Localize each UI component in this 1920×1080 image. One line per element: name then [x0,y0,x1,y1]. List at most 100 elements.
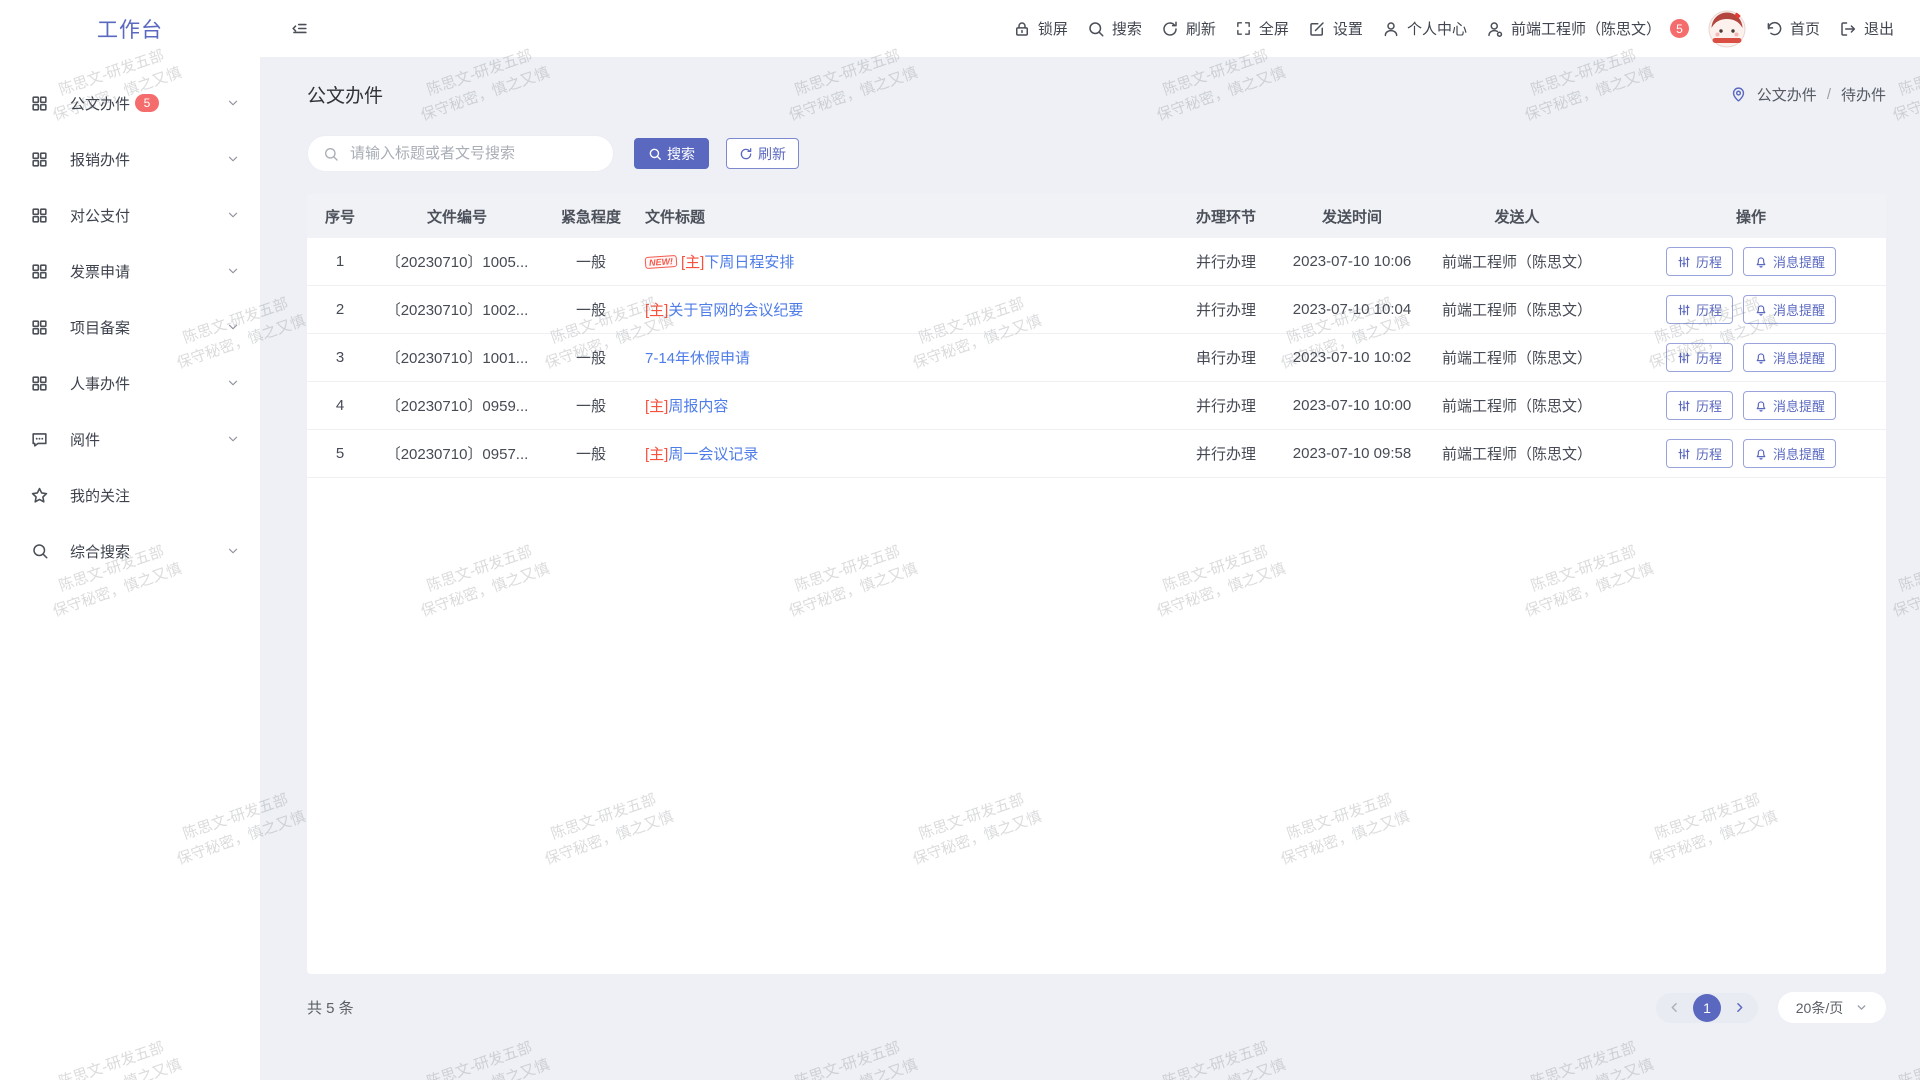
cell-title: [主]关于官网的会议纪要 [641,286,1166,334]
page-size-value: 20条/页 [1796,998,1843,1018]
search-box [307,135,614,172]
sidebar-item-label: 阅件 [70,429,100,450]
search-input[interactable] [348,144,598,163]
sidebar-item-xiangmu[interactable]: 项目备案 [0,299,260,355]
cell-index: 2 [307,286,373,334]
lock-action[interactable]: 锁屏 [1013,18,1068,39]
message-remind-button[interactable]: 消息提醒 [1743,247,1836,276]
sidebar-item-gongwen[interactable]: 公文办件5 [0,75,260,131]
lock-label: 锁屏 [1038,18,1068,39]
cell-step: 并行办理 [1166,286,1286,334]
message-remind-button[interactable]: 消息提醒 [1743,295,1836,324]
cell-time: 2023-07-10 10:00 [1286,382,1418,430]
breadcrumb-item[interactable]: 公文办件 [1757,84,1817,105]
grid-icon [30,94,49,113]
prev-page-button[interactable] [1665,1000,1684,1015]
col-file-no: 文件编号 [373,194,541,238]
avatar[interactable] [1708,10,1746,48]
sidebar-item-label: 综合搜索 [70,541,130,562]
settings-action[interactable]: 设置 [1308,18,1363,39]
grid-icon [30,318,49,337]
cell-file-no: 〔20230710〕0957... [373,430,541,478]
new-badge: NEW! [645,255,678,269]
sliders-icon [1677,303,1691,317]
history-button[interactable]: 历程 [1666,439,1733,468]
cell-actions: 历程消息提醒 [1616,382,1886,430]
fullscreen-icon [1235,20,1252,37]
sidebar-item-renshi[interactable]: 人事办件 [0,355,260,411]
documents-table-card: 序号 文件编号 紧急程度 文件标题 办理环节 发送时间 发送人 操作 1 〔202… [307,194,1886,974]
history-button[interactable]: 历程 [1666,295,1733,324]
col-sender: 发送人 [1418,194,1616,238]
cell-urgency: 一般 [541,334,641,382]
menu-fold-icon[interactable] [290,19,309,38]
refresh-label: 刷新 [1186,18,1216,39]
refresh-icon [739,147,753,161]
chevron-down-icon [226,264,240,278]
total-count: 共 5 条 [307,997,354,1018]
sidebar-item-label: 我的关注 [70,485,130,506]
message-remind-button[interactable]: 消息提醒 [1743,343,1836,372]
cell-index: 5 [307,430,373,478]
sidebar: 工作台 公文办件5报销办件对公支付发票申请项目备案人事办件阅件我的关注综合搜索 [0,0,260,1080]
col-index: 序号 [307,194,373,238]
lock-icon [1013,20,1031,38]
sidebar-item-yuejian[interactable]: 阅件 [0,411,260,467]
message-remind-button[interactable]: 消息提醒 [1743,439,1836,468]
cell-step: 并行办理 [1166,430,1286,478]
profile-action[interactable]: 个人中心 [1382,18,1467,39]
sidebar-item-label: 项目备案 [70,317,130,338]
chevron-down-icon [226,208,240,222]
sidebar-item-guanzhu[interactable]: 我的关注 [0,467,260,523]
sliders-icon [1677,255,1691,269]
footer-bar: 共 5 条 1 20条/页 [307,992,1886,1023]
sliders-icon [1677,447,1691,461]
cell-time: 2023-07-10 10:04 [1286,286,1418,334]
table-row: 2〔20230710〕1002...一般[主]关于官网的会议纪要并行办理2023… [307,286,1886,334]
history-button[interactable]: 历程 [1666,247,1733,276]
cell-title: [主]周报内容 [641,382,1166,430]
cell-time: 2023-07-10 09:58 [1286,430,1418,478]
grid-icon [30,150,49,169]
sidebar-item-label: 对公支付 [70,205,130,226]
page-size-select[interactable]: 20条/页 [1778,992,1886,1023]
logout-action[interactable]: 退出 [1839,18,1894,39]
cell-urgency: 一般 [541,238,641,286]
cell-index: 1 [307,238,373,286]
settings-label: 设置 [1333,18,1363,39]
document-title-link[interactable]: 周一会议记录 [668,446,758,463]
chevron-down-icon [226,320,240,334]
home-action[interactable]: 首页 [1765,18,1820,39]
page-number-active[interactable]: 1 [1693,994,1721,1022]
sidebar-item-fapiao[interactable]: 发票申请 [0,243,260,299]
table-header-row: 序号 文件编号 紧急程度 文件标题 办理环节 发送时间 发送人 操作 [307,194,1886,238]
bell-icon [1754,303,1768,317]
sidebar-item-label: 报销办件 [70,149,130,170]
logout-label: 退出 [1864,18,1894,39]
sidebar-item-sousuo[interactable]: 综合搜索 [0,523,260,579]
document-title-link[interactable]: 7-14年休假申请 [645,350,750,367]
search-button[interactable]: 搜索 [634,138,709,169]
cell-sender: 前端工程师（陈思文） [1418,286,1616,334]
message-remind-button[interactable]: 消息提醒 [1743,391,1836,420]
cell-index: 4 [307,382,373,430]
search-action[interactable]: 搜索 [1087,18,1142,39]
next-page-button[interactable] [1730,1000,1749,1015]
user-icon [1382,20,1400,38]
refresh-button[interactable]: 刷新 [726,138,799,169]
sidebar-item-duigong[interactable]: 对公支付 [0,187,260,243]
document-title-link[interactable]: 周报内容 [668,398,728,415]
user-action[interactable]: 前端工程师（陈思文）5 [1486,18,1689,39]
documents-table: 序号 文件编号 紧急程度 文件标题 办理环节 发送时间 发送人 操作 1 〔202… [307,194,1886,478]
history-button[interactable]: 历程 [1666,343,1733,372]
sidebar-item-baoxiao[interactable]: 报销办件 [0,131,260,187]
edit-square-icon [1308,20,1326,38]
fullscreen-action[interactable]: 全屏 [1235,18,1289,39]
document-title-link[interactable]: 下周日程安排 [704,254,794,271]
history-button[interactable]: 历程 [1666,391,1733,420]
refresh-action[interactable]: 刷新 [1161,18,1216,39]
search-icon [648,147,662,161]
chevron-down-icon [226,544,240,558]
bell-icon [1754,447,1768,461]
document-title-link[interactable]: 关于官网的会议纪要 [668,302,803,319]
